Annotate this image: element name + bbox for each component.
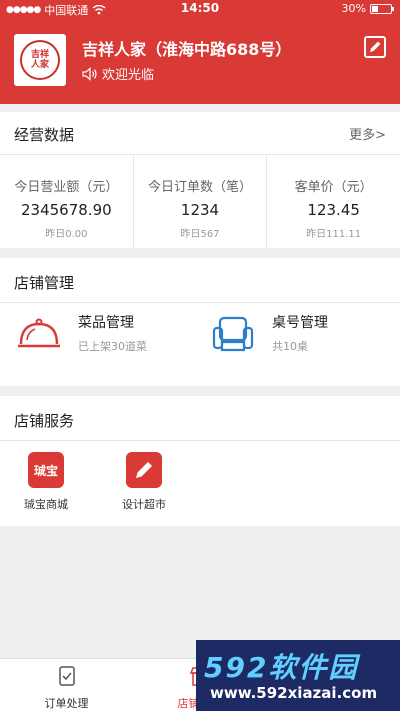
welcome-text: 欢迎光临 <box>102 68 155 83</box>
table-management-sub: 共10桌 <box>272 340 308 353</box>
stats-row: 今日营业额（元） 2345678.90 昨日0.00 今日订单数（笔） 1234… <box>0 156 400 250</box>
status-time: 14:50 <box>180 1 220 15</box>
speaker-icon <box>82 66 97 81</box>
dish-management-title: 菜品管理 <box>78 315 134 331</box>
stat-value: 123.45 <box>307 201 360 219</box>
table-management-title: 桌号管理 <box>272 315 328 331</box>
stat-revenue[interactable]: 今日营业额（元） 2345678.90 昨日0.00 <box>0 156 133 250</box>
stat-label: 今日订单数（笔） <box>148 180 253 195</box>
stat-yesterday: 昨日0.00 <box>45 229 88 240</box>
stat-yesterday: 昨日111.11 <box>306 229 362 240</box>
watermark-url: www.592xiazai.com <box>210 684 378 702</box>
battery-percent: 30% <box>341 2 366 15</box>
stat-orders[interactable]: 今日订单数（笔） 1234 昨日567 <box>132 156 267 250</box>
tab-order-processing[interactable]: 订单处理 <box>0 659 133 711</box>
watermark: 592软件园 www.592xiazai.com <box>196 640 400 711</box>
divider <box>0 302 400 303</box>
table-management-button[interactable]: 桌号管理 共10桌 <box>210 312 390 362</box>
store-services-title: 店铺服务 <box>14 412 75 430</box>
stat-avg-price[interactable]: 客单价（元） 123.45 昨日111.11 <box>266 156 400 250</box>
chengbao-mall-button[interactable]: 珹宝 珹宝商城 <box>16 452 76 512</box>
edit-store-button[interactable] <box>364 36 386 58</box>
pencil-icon <box>370 41 381 52</box>
tab-label: 订单处理 <box>44 697 89 710</box>
store-mgmt-title: 店铺管理 <box>14 274 75 292</box>
design-market-button[interactable]: 设计超市 <box>114 452 174 512</box>
chengbao-mall-label: 珹宝商城 <box>24 498 68 511</box>
battery-icon <box>370 3 394 14</box>
store-logo: 吉祥 人家 <box>14 34 66 86</box>
chengbao-mall-tile: 珹宝 <box>28 452 64 488</box>
divider <box>0 154 400 155</box>
divider <box>0 440 400 441</box>
store-mgmt-section: 店铺管理 菜品管理 已上架30道菜 桌号管理 共10桌 <box>0 258 400 386</box>
store-services-section: 店铺服务 珹宝 珹宝商城 设计超市 <box>0 396 400 526</box>
business-data-section: 经营数据 更多> 今日营业额（元） 2345678.90 昨日0.00 今日订单… <box>0 112 400 250</box>
store-header: ●●●●● 中国联通 14:50 30% 吉祥 人家 吉祥人家（淮海中路688号）… <box>0 0 400 104</box>
stat-label: 客单价（元） <box>294 180 373 195</box>
welcome-row: 欢迎光临 <box>82 64 154 83</box>
stat-label: 今日营业额（元） <box>14 180 119 195</box>
cloche-icon <box>18 318 60 348</box>
more-link[interactable]: 更多> <box>349 124 386 143</box>
stat-value: 1234 <box>180 201 220 219</box>
design-market-label: 设计超市 <box>122 498 166 511</box>
store-logo-mark: 吉祥 人家 <box>20 40 60 80</box>
stat-value: 2345678.90 <box>21 201 112 219</box>
watermark-brand: 592软件园 <box>204 651 359 684</box>
pencil-icon <box>136 462 152 478</box>
dish-management-sub: 已上架30道菜 <box>78 340 147 353</box>
order-icon <box>58 666 75 686</box>
design-market-tile <box>126 452 162 488</box>
store-name: 吉祥人家（淮海中路688号） <box>82 40 292 59</box>
status-bar: ●●●●● 中国联通 14:50 30% <box>0 0 400 18</box>
seat-icon <box>212 316 254 352</box>
dish-management-button[interactable]: 菜品管理 已上架30道菜 <box>16 312 196 362</box>
business-data-title: 经营数据 <box>14 126 75 144</box>
stat-yesterday: 昨日567 <box>180 229 220 240</box>
chengbao-logo-text: 珹宝 <box>33 463 58 478</box>
